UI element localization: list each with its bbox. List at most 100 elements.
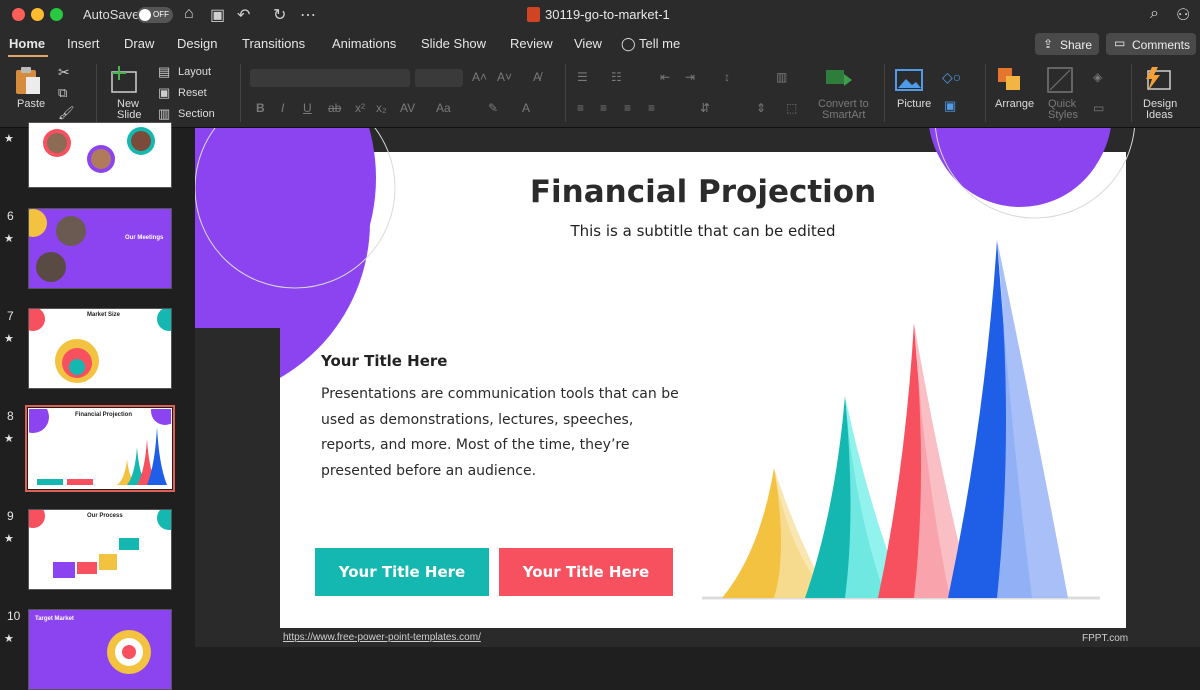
slide-thumbnail-6[interactable]: Our Meetings bbox=[28, 208, 172, 289]
zoom-window-button[interactable] bbox=[50, 8, 63, 21]
body-paragraph[interactable]: Presentations are communication tools th… bbox=[321, 382, 681, 484]
new-slide-icon[interactable] bbox=[110, 66, 142, 96]
slide-thumbnail-7[interactable]: Market Size bbox=[28, 308, 172, 389]
thumbnail-team-graphic bbox=[43, 127, 155, 173]
underline-icon[interactable]: U bbox=[303, 101, 312, 115]
share-label: Share bbox=[1060, 38, 1093, 52]
share-button[interactable]: ⇪ Share bbox=[1035, 33, 1099, 55]
save-icon[interactable]: ▣ bbox=[210, 5, 225, 25]
paste-icon[interactable] bbox=[14, 66, 48, 96]
paste-label: Paste bbox=[17, 98, 46, 110]
tab-draw[interactable]: Draw bbox=[124, 36, 154, 51]
strikethrough-icon[interactable]: ab bbox=[328, 101, 341, 115]
close-window-button[interactable] bbox=[12, 8, 25, 21]
font-size-dropdown[interactable] bbox=[415, 69, 463, 87]
reset-button[interactable]: Reset bbox=[178, 88, 207, 99]
design-ideas-icon[interactable] bbox=[1142, 65, 1174, 95]
picture-label: Picture bbox=[897, 98, 932, 110]
character-spacing-icon[interactable]: AV bbox=[400, 101, 415, 115]
justify-icon[interactable]: ≡ bbox=[648, 101, 655, 115]
align-center-icon[interactable]: ≡ bbox=[600, 101, 607, 115]
font-name-dropdown[interactable] bbox=[250, 69, 410, 87]
comments-button[interactable]: ▭ Comments bbox=[1106, 33, 1196, 55]
slide-thumbnail-9[interactable]: Our Process bbox=[28, 509, 172, 590]
cut-icon[interactable]: ✂ bbox=[58, 64, 70, 81]
columns-icon[interactable]: ▥ bbox=[776, 70, 787, 84]
picture-icon[interactable] bbox=[894, 68, 924, 92]
align-left-icon[interactable]: ≡ bbox=[577, 101, 584, 115]
format-painter-icon[interactable]: 🖌 bbox=[58, 105, 75, 121]
home-icon[interactable]: ⌂ bbox=[184, 5, 194, 23]
design-ideas-label-2: Ideas bbox=[1146, 109, 1173, 121]
new-slide-label-2: Slide bbox=[117, 109, 142, 121]
italic-icon[interactable]: I bbox=[281, 101, 284, 115]
align-text-icon[interactable]: ⇕ bbox=[756, 101, 766, 115]
bullets-icon[interactable]: ☰ bbox=[577, 70, 588, 84]
align-right-icon[interactable]: ≡ bbox=[624, 101, 631, 115]
account-icon[interactable]: ⚇ bbox=[1176, 5, 1190, 25]
numbering-icon[interactable]: ☷ bbox=[611, 70, 622, 84]
superscript-icon[interactable]: x² bbox=[355, 101, 365, 115]
thumbnail-financial-graphic bbox=[29, 409, 171, 485]
text-direction-icon[interactable]: ⇵ bbox=[700, 101, 710, 115]
convert-smartart-icon[interactable] bbox=[824, 68, 856, 92]
text-box-insert-icon[interactable]: ▣ bbox=[944, 98, 956, 114]
tab-home[interactable]: Home bbox=[9, 36, 45, 51]
slide-number: 6 bbox=[7, 209, 14, 223]
autosave-toggle[interactable]: OFF bbox=[137, 7, 173, 23]
thumbnail-meetings-graphic bbox=[29, 209, 86, 282]
line-spacing-icon[interactable]: ↕ bbox=[724, 70, 730, 84]
highlight-icon[interactable]: ✎ bbox=[488, 101, 498, 115]
overflow-circle-right bbox=[929, 128, 1135, 219]
more-icon[interactable]: ⋯ bbox=[300, 5, 316, 25]
undo-icon[interactable]: ↶ bbox=[237, 5, 250, 25]
title-button-teal[interactable]: Your Title Here bbox=[315, 548, 489, 596]
active-tab-indicator bbox=[8, 55, 48, 57]
tab-transitions[interactable]: Transitions bbox=[242, 36, 305, 51]
tab-slide-show[interactable]: Slide Show bbox=[421, 36, 486, 51]
shapes-icon[interactable]: ◇○ bbox=[942, 69, 961, 86]
tab-insert[interactable]: Insert bbox=[67, 36, 100, 51]
convert-label-2: SmartArt bbox=[822, 109, 866, 121]
minimize-window-button[interactable] bbox=[31, 8, 44, 21]
increase-indent-icon[interactable]: ⇥ bbox=[685, 70, 695, 84]
slide-thumbnail-8[interactable]: Financial Projection bbox=[25, 405, 175, 492]
lightbulb-icon: ◯ bbox=[621, 36, 636, 51]
ribbon-divider bbox=[96, 64, 97, 122]
font-color-icon[interactable]: A bbox=[522, 101, 530, 115]
tab-design[interactable]: Design bbox=[177, 36, 217, 51]
tell-me-field[interactable]: Tell me bbox=[639, 36, 680, 51]
subscript-icon[interactable]: x₂ bbox=[376, 101, 387, 115]
animation-star-icon: ★ bbox=[4, 433, 14, 445]
clear-format-icon[interactable]: A̸ bbox=[533, 70, 541, 84]
redo-icon[interactable]: ↻ bbox=[273, 5, 286, 25]
grow-font-icon[interactable]: A˄ bbox=[472, 70, 487, 84]
ribbon-divider bbox=[884, 64, 885, 122]
change-case-icon[interactable]: Aa bbox=[436, 101, 451, 115]
tab-view[interactable]: View bbox=[574, 36, 602, 51]
animation-star-icon: ★ bbox=[4, 133, 14, 145]
layout-button[interactable]: Layout bbox=[178, 67, 211, 78]
copy-icon[interactable]: ⧉ bbox=[58, 85, 67, 101]
tab-animations[interactable]: Animations bbox=[332, 36, 396, 51]
footer-url-link[interactable]: https://www.free-power-point-templates.c… bbox=[283, 632, 481, 643]
shape-fill-icon[interactable]: ◈ bbox=[1093, 70, 1102, 84]
text-box-icon[interactable]: ⬚ bbox=[786, 101, 797, 115]
toggle-knob bbox=[139, 9, 151, 21]
thumbnail-title: Financial Projection bbox=[75, 412, 133, 418]
slide-thumbnail-5[interactable] bbox=[28, 122, 172, 188]
shrink-font-icon[interactable]: A˅ bbox=[497, 70, 512, 84]
section-button[interactable]: Section bbox=[178, 109, 215, 120]
decrease-indent-icon[interactable]: ⇤ bbox=[660, 70, 670, 84]
quick-styles-icon[interactable] bbox=[1046, 66, 1076, 94]
layout-icon: ▤ bbox=[158, 64, 171, 79]
thumbnail-process-graphic bbox=[29, 510, 171, 578]
arrange-icon[interactable] bbox=[996, 66, 1026, 94]
slide-thumbnail-10[interactable]: Target Market bbox=[28, 609, 172, 690]
shape-outline-icon[interactable]: ▭ bbox=[1093, 101, 1104, 115]
tab-review[interactable]: Review bbox=[510, 36, 553, 51]
body-heading[interactable]: Your Title Here bbox=[321, 352, 447, 370]
title-button-red[interactable]: Your Title Here bbox=[499, 548, 673, 596]
bold-icon[interactable]: B bbox=[256, 101, 265, 115]
search-icon[interactable]: ⌕ bbox=[1150, 5, 1159, 23]
